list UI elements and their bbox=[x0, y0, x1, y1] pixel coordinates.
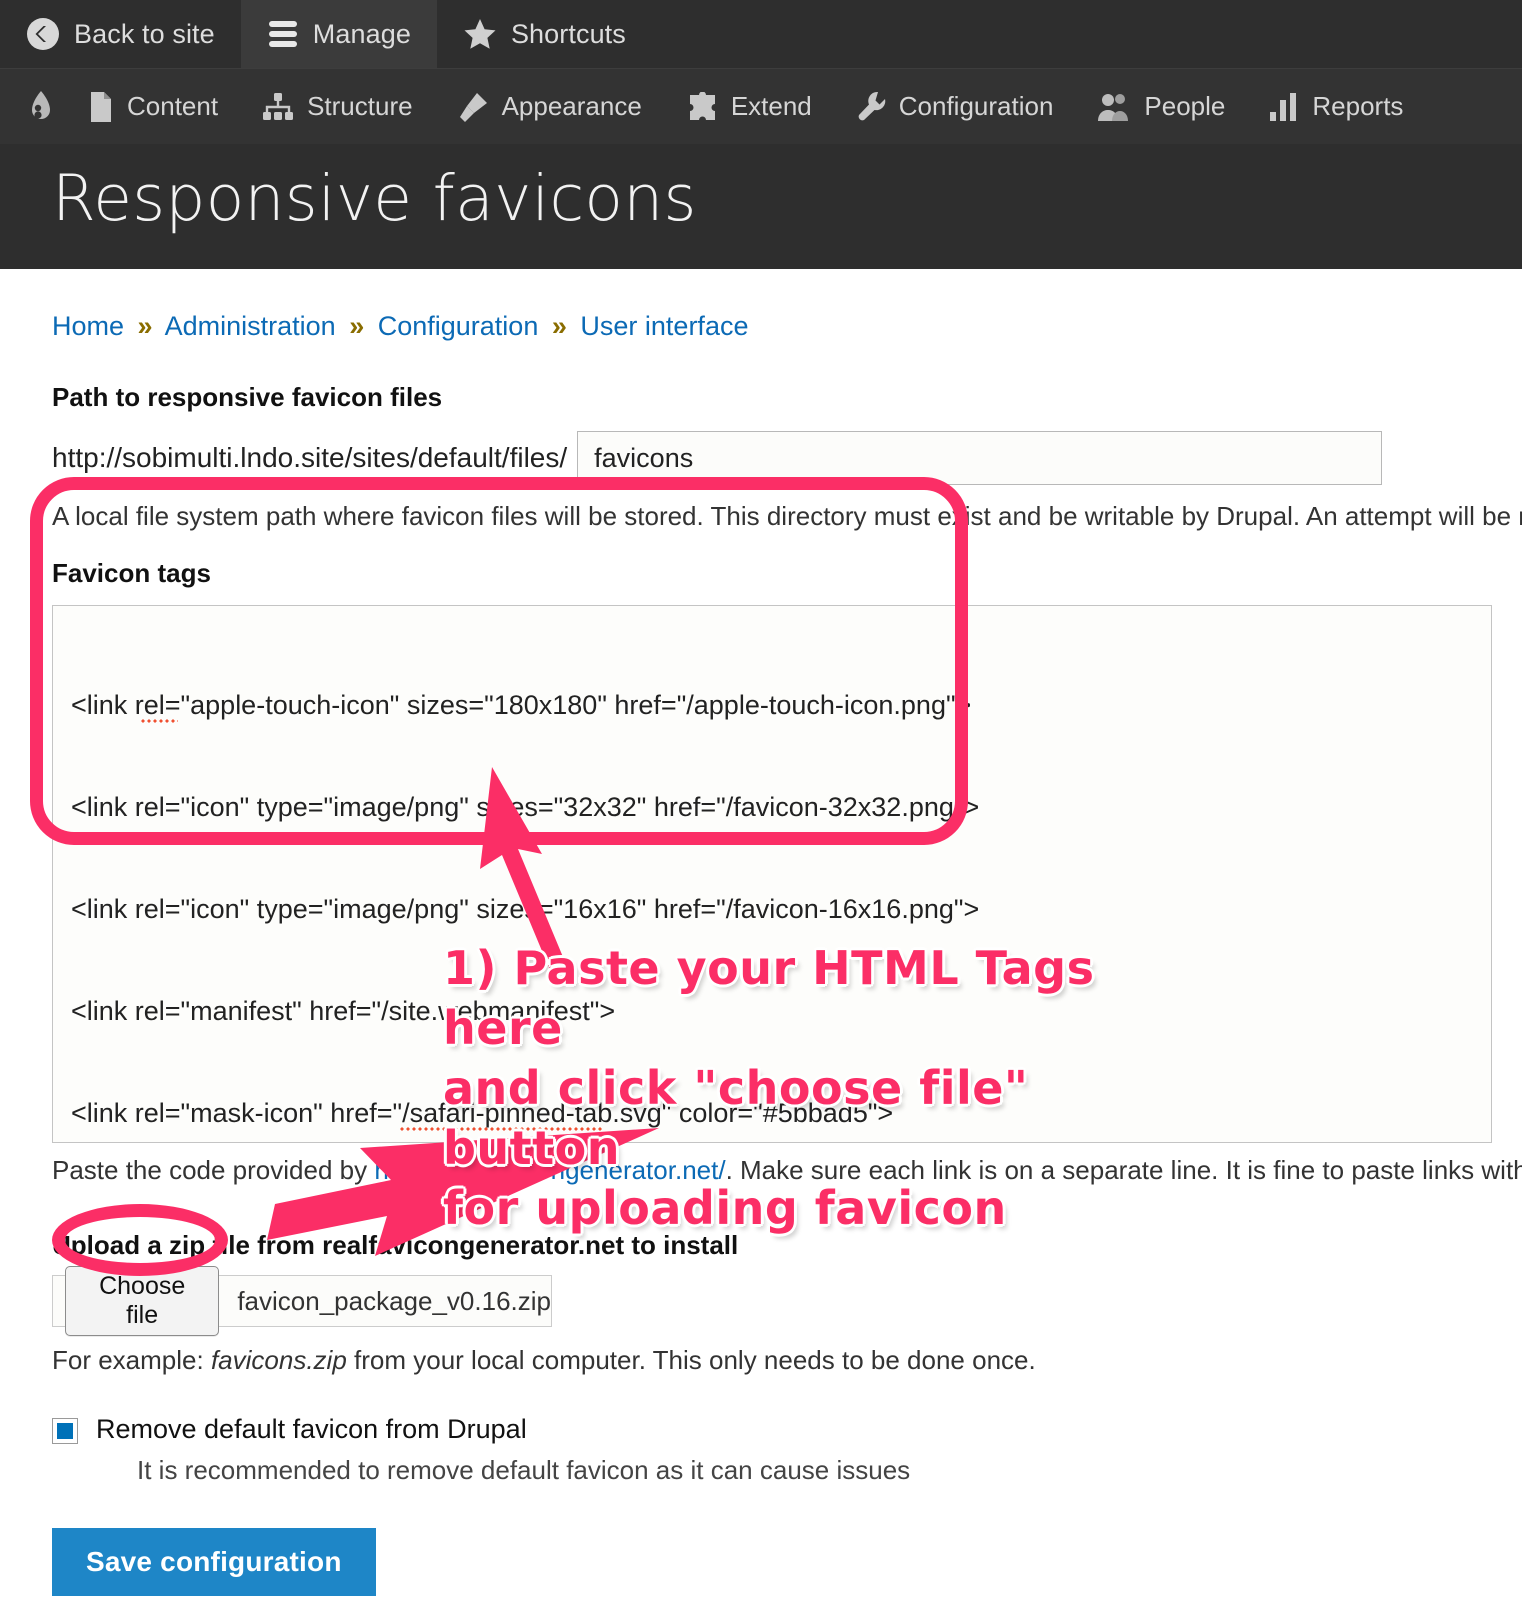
toolbar-item-reports[interactable]: Reports bbox=[1247, 69, 1425, 144]
star-icon bbox=[463, 18, 497, 50]
upload-example-filename: favicons.zip bbox=[210, 1345, 347, 1375]
remove-favicon-description: It is recommended to remove default favi… bbox=[137, 1455, 911, 1485]
selected-file-name: favicon_package_v0.16.zip bbox=[237, 1285, 551, 1316]
drupal-drop-icon bbox=[26, 90, 56, 124]
bar-chart-icon bbox=[1269, 92, 1299, 122]
toolbar-item-reports-label: Reports bbox=[1312, 91, 1404, 121]
toolbar-item-configuration-label: Configuration bbox=[898, 91, 1054, 121]
upload-example-suffix: from your local computer. This only need… bbox=[346, 1345, 1036, 1375]
save-configuration-button[interactable]: Save configuration bbox=[52, 1528, 376, 1596]
breadcrumb-separator: » bbox=[349, 311, 365, 341]
breadcrumb-item-home[interactable]: Home bbox=[52, 311, 124, 341]
toolbar-item-configuration[interactable]: Configuration bbox=[834, 69, 1076, 144]
upload-example-prefix: For example: bbox=[52, 1345, 211, 1375]
favicon-tags-textarea[interactable]: <link rel="apple-touch-icon" sizes="180x… bbox=[52, 605, 1492, 1143]
upload-label: Upload a zip file from realfavicongenera… bbox=[52, 1230, 739, 1260]
toolbar-item-content[interactable]: Content bbox=[66, 69, 240, 144]
favicon-tag-line: <link rel="icon" type="image/png" sizes=… bbox=[71, 792, 980, 822]
favicon-tag-line: <link rel="icon" type="image/png" sizes=… bbox=[71, 894, 980, 924]
breadcrumb: Home » Administration » Configuration » … bbox=[52, 269, 1522, 342]
remove-favicon-row[interactable]: Remove default favicon from Drupal bbox=[52, 1414, 1522, 1445]
toolbar-manage[interactable]: Manage bbox=[240, 0, 437, 68]
favicon-tags-description: Paste the code provided by http://realfa… bbox=[52, 1155, 1522, 1186]
breadcrumb-item-user-interface[interactable]: User interface bbox=[580, 311, 748, 341]
choose-file-button[interactable]: Choose file bbox=[65, 1266, 220, 1336]
people-icon bbox=[1097, 92, 1131, 122]
toolbar-item-people[interactable]: People bbox=[1075, 69, 1247, 144]
toolbar-item-extend[interactable]: Extend bbox=[664, 69, 834, 144]
toolbar-primary-bar: Back to site Manage Shortcuts bbox=[0, 0, 1522, 68]
breadcrumb-item-configuration[interactable]: Configuration bbox=[378, 311, 539, 341]
wrench-icon bbox=[856, 91, 886, 123]
breadcrumb-separator: » bbox=[137, 311, 153, 341]
admin-toolbar: Back to site Manage Shortcuts Content St… bbox=[0, 0, 1522, 269]
toolbar-shortcuts[interactable]: Shortcuts bbox=[437, 0, 652, 68]
main-content: Home » Administration » Configuration » … bbox=[0, 269, 1522, 1596]
toolbar-item-appearance[interactable]: Appearance bbox=[435, 69, 664, 144]
breadcrumb-item-administration[interactable]: Administration bbox=[165, 311, 336, 341]
remove-favicon-label: Remove default favicon from Drupal bbox=[96, 1414, 527, 1444]
document-icon bbox=[88, 91, 114, 123]
toolbar-manage-label: Manage bbox=[312, 18, 411, 49]
toolbar-secondary-bar: Content Structure Appearance Extend Conf… bbox=[0, 68, 1522, 144]
toolbar-back-to-site-label: Back to site bbox=[74, 18, 215, 49]
favicon-tag-line: <link rel="apple-touch-icon" sizes="180x… bbox=[71, 688, 971, 724]
path-input[interactable] bbox=[577, 431, 1382, 485]
file-upload-row[interactable]: Choose file favicon_package_v0.16.zip bbox=[52, 1266, 552, 1336]
favicon-tag-line: <link rel="mask-icon" href="/safari-pinn… bbox=[71, 1096, 893, 1132]
paintbrush-icon bbox=[457, 91, 489, 123]
toolbar-item-home[interactable] bbox=[0, 69, 66, 144]
puzzle-icon bbox=[686, 91, 718, 122]
favicon-tags-description-before: Paste the code provided by bbox=[52, 1155, 375, 1185]
upload-example-text: For example: favicons.zip from your loca… bbox=[52, 1345, 1522, 1376]
toolbar-item-people-label: People bbox=[1144, 91, 1226, 121]
path-field-row: http://sobimulti.lndo.site/sites/default… bbox=[52, 431, 1522, 485]
toolbar-shortcuts-label: Shortcuts bbox=[510, 18, 626, 49]
toolbar-item-extend-label: Extend bbox=[730, 91, 812, 121]
toolbar-item-structure-label: Structure bbox=[307, 91, 413, 121]
toolbar-item-content-label: Content bbox=[127, 91, 219, 121]
favicon-tags-label: Favicon tags bbox=[52, 558, 211, 588]
remove-favicon-checkbox[interactable] bbox=[52, 1418, 78, 1444]
breadcrumb-separator: » bbox=[551, 311, 567, 341]
path-field-label: Path to responsive favicon files bbox=[52, 382, 443, 412]
toolbar-back-to-site[interactable]: Back to site bbox=[0, 0, 241, 68]
page-header: Responsive favicons bbox=[0, 144, 1522, 269]
path-field-description: A local file system path where favicon f… bbox=[52, 501, 1522, 531]
favicon-tags-description-after: . Make sure each link is on a separate l… bbox=[725, 1155, 1522, 1185]
realfavicongenerator-link[interactable]: http://realfavicongenerator.net/ bbox=[374, 1155, 725, 1185]
path-field-prefix: http://sobimulti.lndo.site/sites/default… bbox=[52, 442, 568, 473]
favicon-tag-line: <link rel="manifest" href="/site.webmani… bbox=[71, 996, 616, 1026]
back-circle-icon bbox=[26, 17, 60, 51]
page-title: Responsive favicons bbox=[52, 162, 697, 235]
toolbar-item-structure[interactable]: Structure bbox=[240, 69, 435, 144]
sitemap-icon bbox=[262, 92, 294, 122]
toolbar-item-appearance-label: Appearance bbox=[501, 91, 642, 121]
hamburger-icon bbox=[267, 19, 299, 49]
